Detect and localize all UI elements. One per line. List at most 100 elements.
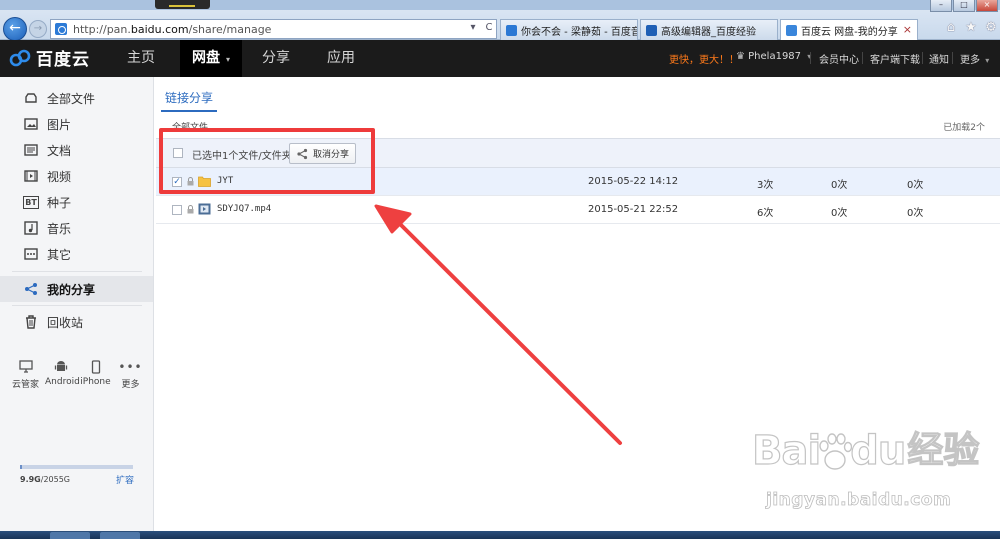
sidebar-item-my-shares[interactable]: 我的分享: [0, 276, 153, 302]
user-menu[interactable]: ♛ Phela1987 ▾: [736, 51, 811, 62]
notifications-link[interactable]: 通知: [929, 51, 949, 66]
sidebar-item-images[interactable]: 图片: [0, 111, 153, 137]
device-iphone[interactable]: iPhone: [80, 357, 111, 390]
sidebar-item-label: 种子: [47, 195, 72, 210]
settings-gear-icon[interactable]: ⚙: [984, 20, 998, 36]
nav-netdisk[interactable]: 网盘 ▾: [180, 40, 242, 77]
address-bar[interactable]: http://pan.baidu.com/share/manage: [50, 19, 497, 39]
header-divider: [862, 52, 863, 64]
sidebar-divider: [12, 271, 142, 272]
tab-link-share[interactable]: 链接分享: [161, 89, 218, 112]
baidu-cloud-logo[interactable]: 百度云: [8, 45, 90, 70]
minimize-button[interactable]: –: [930, 0, 952, 12]
window-title-strip: [0, 0, 1000, 10]
browser-tab-music[interactable]: 你会不会 - 梁静茹 - 百度音...: [500, 19, 638, 40]
promo-text[interactable]: 更快，更大！！: [669, 51, 739, 66]
share-time: 2015-05-22 14:12: [588, 176, 679, 187]
sidebar-item-recycle-bin[interactable]: 回收站: [0, 309, 153, 335]
device-label: iPhone: [80, 377, 111, 387]
taskbar-button[interactable]: [100, 532, 140, 539]
back-button[interactable]: ←: [3, 17, 27, 41]
file-name[interactable]: SDYJQ7.mp4: [217, 204, 271, 214]
sidebar-item-other[interactable]: 其它: [0, 241, 153, 267]
storage-quota-fill: [20, 465, 23, 469]
sidebar-item-label: 回收站: [47, 315, 84, 330]
image-icon: [23, 116, 39, 132]
cloud-icon: [23, 90, 39, 106]
chevron-down-icon: ▾: [985, 56, 990, 65]
url-text: http://pan.baidu.com/share/manage: [73, 22, 272, 36]
device-label: 更多: [121, 380, 140, 390]
site-favicon-icon: [55, 23, 67, 35]
baidu-cloud-favicon-icon: [786, 24, 797, 36]
sidebar-item-videos[interactable]: 视频: [0, 163, 153, 189]
client-download-link[interactable]: 客户端下载: [870, 51, 920, 66]
storage-quota-bar: [20, 465, 133, 469]
sidebar-item-label: 文档: [47, 143, 72, 158]
taskbar-button[interactable]: [50, 532, 90, 539]
sidebar-item-label: 全部文件: [47, 91, 96, 106]
device-pc-manager[interactable]: 云管家: [10, 357, 41, 390]
device-android[interactable]: Android: [45, 357, 80, 390]
more-menu[interactable]: 更多 ▾: [960, 51, 989, 66]
document-icon: [23, 142, 39, 158]
save-count: 0次: [831, 208, 848, 219]
lock-icon: [187, 205, 194, 214]
tab-title: 你会不会 - 梁静茹 - 百度音...: [521, 26, 638, 38]
trash-icon: [23, 314, 39, 330]
annotation-highlight-box: [159, 128, 375, 194]
expand-storage-link[interactable]: 扩容: [116, 473, 134, 486]
favorites-star-icon[interactable]: ★: [964, 20, 978, 36]
music-favicon-icon: [506, 24, 517, 36]
download-count: 0次: [907, 180, 924, 191]
close-window-button[interactable]: ×: [976, 0, 998, 12]
sidebar-item-label: 我的分享: [47, 282, 96, 297]
browser-tab-editor[interactable]: 高级编辑器_百度经验: [640, 19, 778, 40]
device-downloads: 云管家 Android iPhone ••• 更多: [10, 357, 146, 390]
browser-toolbar-icons: ⌂ ★ ⚙: [944, 20, 998, 36]
sidebar-item-all-files[interactable]: 全部文件: [0, 85, 153, 111]
logo-text: 百度云: [36, 50, 90, 70]
monitor-icon: [10, 357, 41, 377]
table-row[interactable]: SDYJQ7.mp4 2015-05-21 22:52 6次 0次 0次: [156, 196, 1000, 224]
video-icon: [23, 168, 39, 184]
sidebar-item-label: 其它: [47, 247, 72, 262]
tab-title: 百度云 网盘-我的分享: [801, 26, 898, 38]
address-controls: ▾ C: [466, 20, 496, 36]
maximize-button[interactable]: □: [953, 0, 975, 12]
sidebar-divider: [12, 305, 142, 306]
more-icon: [23, 246, 39, 262]
device-more[interactable]: ••• 更多: [115, 357, 146, 390]
nav-apps[interactable]: 应用: [313, 40, 369, 77]
sidebar-item-torrents[interactable]: BT 种子: [0, 189, 153, 215]
browse-count: 6次: [757, 208, 774, 219]
forward-button[interactable]: →: [29, 20, 47, 38]
refresh-icon[interactable]: C: [482, 20, 496, 36]
crown-icon: ♛: [736, 51, 745, 62]
video-file-icon: [198, 203, 211, 215]
chevron-down-icon: ▾: [225, 55, 230, 64]
home-icon[interactable]: ⌂: [944, 20, 958, 36]
taskbar-thumbnail: [155, 0, 210, 9]
storage-quota-text: 9.9G/2055G: [20, 475, 71, 484]
vip-center-link[interactable]: 会员中心: [819, 51, 859, 66]
sidebar-item-documents[interactable]: 文档: [0, 137, 153, 163]
android-icon: [45, 357, 76, 377]
sidebar-item-label: 视频: [47, 169, 72, 184]
header-divider: [810, 52, 811, 64]
address-dropdown-icon[interactable]: ▾: [466, 20, 480, 36]
browser-tab-cloud[interactable]: 百度云 网盘-我的分享 ×: [780, 19, 918, 40]
watermark-url: jingyan.baidu.com: [766, 490, 952, 511]
nav-home[interactable]: 主页: [112, 40, 170, 77]
ellipsis-icon: •••: [118, 360, 143, 374]
nav-share[interactable]: 分享: [248, 40, 304, 77]
download-count: 0次: [907, 208, 924, 219]
device-label: Android: [45, 377, 80, 387]
header-divider: [922, 52, 923, 64]
row-checkbox[interactable]: [172, 205, 182, 215]
tab-close-icon[interactable]: ×: [903, 23, 912, 36]
sidebar-item-music[interactable]: 音乐: [0, 215, 153, 241]
site-header: 百度云 主页 网盘▾ 分享 应用 更快，更大！！ ♛ Phela1987 ▾ 会…: [0, 40, 1000, 77]
baidu-paw-favicon-icon: [646, 24, 657, 36]
browser-chrome: – □ × ← → http://pan.baidu.com/share/man…: [0, 0, 1000, 41]
